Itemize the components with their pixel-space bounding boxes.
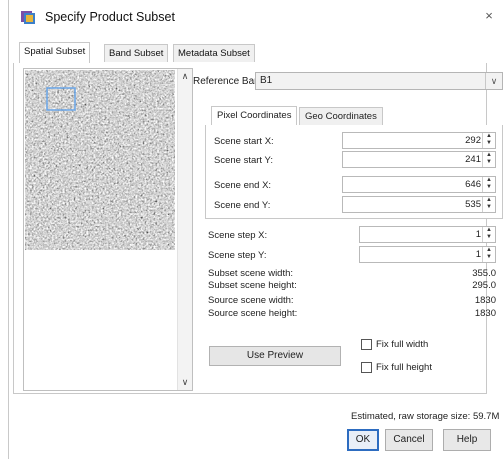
thumbnail-preview[interactable]: ∧ ∨ xyxy=(23,68,193,391)
storage-size-text: Estimated, raw storage size: 59.7M xyxy=(351,411,500,422)
tab-band-subset[interactable]: Band Subset xyxy=(104,44,169,62)
spinner-arrows-icon[interactable]: ▲ ▼ xyxy=(482,177,495,192)
fix-full-width-checkbox[interactable] xyxy=(361,339,372,350)
title-bar: Specify Product Subset × xyxy=(9,0,503,36)
scene-start-x-spinner[interactable]: 292 ▲ ▼ xyxy=(342,132,496,149)
fix-full-height-label: Fix full height xyxy=(376,362,432,373)
scene-end-x-label: Scene end X: xyxy=(214,180,272,191)
subset-height-value: 295.0 xyxy=(472,280,496,291)
spinner-arrows-icon[interactable]: ▲ ▼ xyxy=(482,197,495,212)
ok-button[interactable]: OK xyxy=(347,429,379,451)
help-button[interactable]: Help xyxy=(443,429,491,451)
dialog-window: Specify Product Subset × Spatial Subset … xyxy=(8,0,503,459)
reference-band-value: B1 xyxy=(260,75,273,86)
subset-width-label: Subset scene width: xyxy=(208,268,294,279)
tab-geo-coordinates[interactable]: Geo Coordinates xyxy=(299,107,383,125)
spinner-arrows-icon[interactable]: ▲ ▼ xyxy=(482,133,495,148)
use-preview-button[interactable]: Use Preview xyxy=(209,346,341,366)
scene-start-y-label: Scene start Y: xyxy=(214,155,273,166)
scene-thumbnail-image[interactable] xyxy=(25,70,175,250)
spinner-arrows-icon[interactable]: ▲ ▼ xyxy=(482,227,495,242)
scene-start-y-value: 241 xyxy=(465,154,481,165)
scene-step-y-label: Scene step Y: xyxy=(208,250,267,261)
close-icon[interactable]: × xyxy=(474,3,503,29)
subset-height-label: Subset scene height: xyxy=(208,280,297,291)
reference-band-select[interactable]: B1 ∨ xyxy=(255,72,503,90)
tab-metadata-subset[interactable]: Metadata Subset xyxy=(173,44,255,62)
scene-step-x-label: Scene step X: xyxy=(208,230,268,241)
fix-full-width-label: Fix full width xyxy=(376,339,429,350)
scene-step-x-spinner[interactable]: 1 ▲ ▼ xyxy=(359,226,496,243)
preview-scrollbar[interactable]: ∧ ∨ xyxy=(177,69,192,390)
scroll-up-icon[interactable]: ∧ xyxy=(178,71,192,82)
scene-step-x-value: 1 xyxy=(475,229,481,240)
cancel-button[interactable]: Cancel xyxy=(385,429,433,451)
product-subset-icon xyxy=(21,11,35,24)
fix-full-height-checkbox[interactable] xyxy=(361,362,372,373)
scene-end-x-value: 646 xyxy=(465,179,481,190)
scene-end-y-value: 535 xyxy=(465,199,481,210)
spinner-arrows-icon[interactable]: ▲ ▼ xyxy=(482,247,495,262)
scene-start-x-label: Scene start X: xyxy=(214,136,274,147)
tab-spatial-subset[interactable]: Spatial Subset xyxy=(19,42,91,64)
source-width-label: Source scene width: xyxy=(208,295,294,306)
tab-pixel-coordinates[interactable]: Pixel Coordinates xyxy=(211,106,298,126)
source-height-value: 1830 xyxy=(474,308,496,319)
scene-start-y-spinner[interactable]: 241 ▲ ▼ xyxy=(342,151,496,168)
subset-width-value: 355.0 xyxy=(472,268,496,279)
window-title: Specify Product Subset xyxy=(45,10,175,24)
spinner-arrows-icon[interactable]: ▲ ▼ xyxy=(482,152,495,167)
main-tabs: Spatial Subset Band Subset Metadata Subs… xyxy=(13,42,483,64)
scene-start-x-value: 292 xyxy=(465,135,481,146)
coordinate-tabs: Pixel Coordinates Geo Coordinates xyxy=(205,106,501,126)
scene-step-y-value: 1 xyxy=(475,249,481,260)
scene-step-y-spinner[interactable]: 1 ▲ ▼ xyxy=(359,246,496,263)
scene-end-y-label: Scene end Y: xyxy=(214,200,271,211)
chevron-down-icon[interactable]: ∨ xyxy=(485,73,502,89)
source-width-value: 1830 xyxy=(474,295,496,306)
source-height-label: Source scene height: xyxy=(208,308,298,319)
scene-end-y-spinner[interactable]: 535 ▲ ▼ xyxy=(342,196,496,213)
scroll-down-icon[interactable]: ∨ xyxy=(178,377,192,388)
scene-end-x-spinner[interactable]: 646 ▲ ▼ xyxy=(342,176,496,193)
